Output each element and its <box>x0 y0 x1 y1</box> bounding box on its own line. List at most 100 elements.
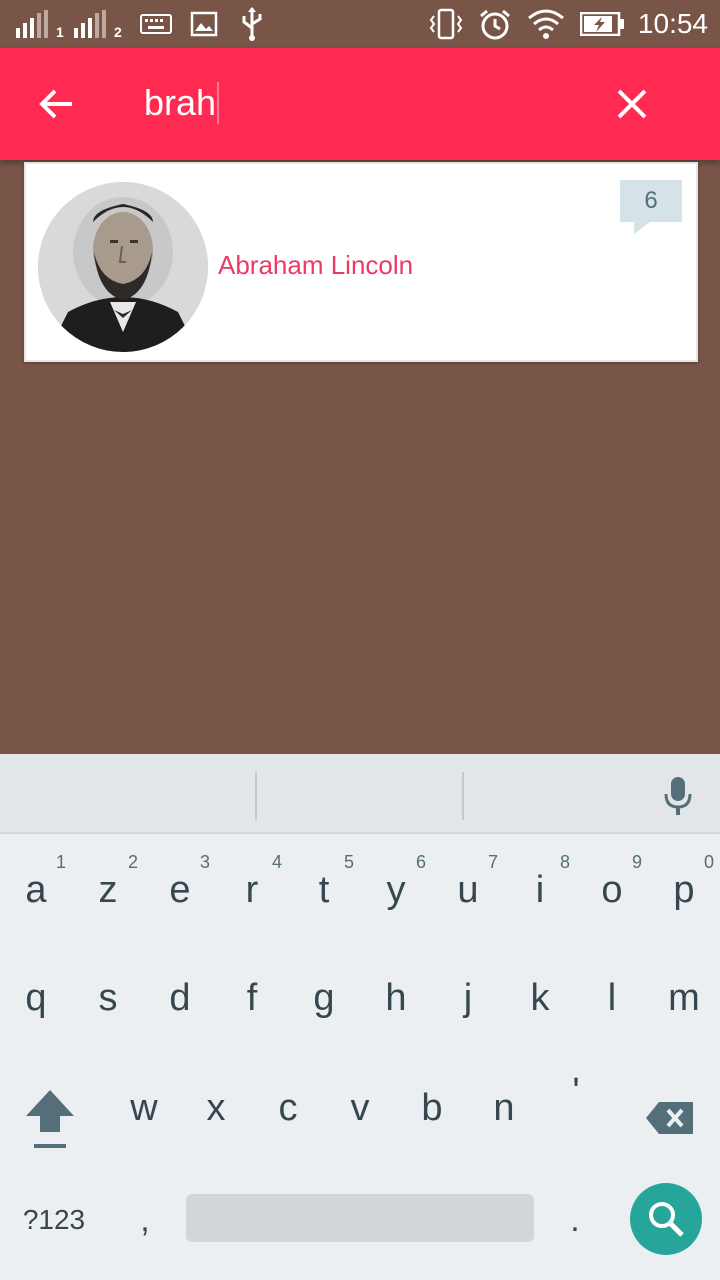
key-f[interactable]: f <box>216 950 288 1046</box>
key-y[interactable]: 6y <box>360 842 432 938</box>
key-a[interactable]: 1a <box>0 842 72 938</box>
key-label: p <box>673 868 695 911</box>
comment-count-badge: 6 <box>620 180 682 234</box>
key-hint: 1 <box>55 852 66 872</box>
comma-key[interactable]: , <box>110 1184 180 1256</box>
key-label: r <box>245 868 259 911</box>
sim1-label: 1 <box>56 24 64 40</box>
key-i[interactable]: 8i <box>504 842 576 938</box>
key-label: x <box>206 1086 226 1129</box>
key-z[interactable]: 2z <box>72 842 144 938</box>
avatar <box>38 182 208 352</box>
key-n[interactable]: n <box>468 1060 540 1156</box>
key-hint: 7 <box>487 852 498 872</box>
key-label: a <box>25 868 47 911</box>
key-b[interactable]: b <box>396 1060 468 1156</box>
key-hint: 8 <box>559 852 570 872</box>
result-name: Abraham Lincoln <box>218 250 414 280</box>
key-m[interactable]: m <box>648 950 720 1046</box>
backspace-icon <box>646 1102 693 1134</box>
alarm-icon <box>480 9 510 40</box>
key-label: t <box>318 868 330 911</box>
key-label: l <box>607 976 617 1019</box>
key-c[interactable]: c <box>252 1060 324 1156</box>
suggestion-divider <box>462 772 464 820</box>
key-w[interactable]: w <box>108 1060 180 1156</box>
voice-input-button[interactable] <box>656 772 700 820</box>
key-d[interactable]: d <box>144 950 216 1046</box>
key-u[interactable]: 7u <box>432 842 504 938</box>
key-label: h <box>385 976 407 1019</box>
key-k[interactable]: k <box>504 950 576 1046</box>
key-q[interactable]: q <box>0 950 72 1046</box>
space-key[interactable] <box>186 1194 534 1242</box>
key-label: k <box>530 976 550 1019</box>
key-p[interactable]: 0p <box>648 842 720 938</box>
text-caret <box>217 82 220 124</box>
key-label: u <box>457 868 479 911</box>
search-toolbar: brah <box>0 48 720 160</box>
microphone-icon <box>664 777 692 815</box>
search-action-key[interactable] <box>630 1183 702 1255</box>
key-v[interactable]: v <box>324 1060 396 1156</box>
backspace-key[interactable] <box>634 1082 706 1154</box>
image-icon <box>190 11 218 37</box>
key-label: e <box>169 868 191 911</box>
key-hint: 3 <box>199 852 210 872</box>
suggestion-divider <box>255 772 257 820</box>
key-label: v <box>350 1086 370 1129</box>
key-apostrophe[interactable]: ' <box>540 1044 612 1140</box>
usb-icon <box>242 7 262 41</box>
key-s[interactable]: s <box>72 950 144 1046</box>
sim2-label: 2 <box>114 24 122 40</box>
key-label: z <box>98 868 118 911</box>
wifi-icon <box>528 9 564 39</box>
status-bar: 1 2 10:54 <box>0 0 720 48</box>
signal-sim2-icon <box>74 10 106 38</box>
key-label: q <box>25 976 47 1019</box>
key-hint: 6 <box>415 852 426 872</box>
suggestion-strip <box>0 754 720 834</box>
key-label: ' <box>572 1070 580 1113</box>
key-label: d <box>169 976 191 1019</box>
arrow-back-icon <box>39 89 72 119</box>
key-t[interactable]: 5t <box>288 842 360 938</box>
key-o[interactable]: 9o <box>576 842 648 938</box>
key-label: f <box>246 976 258 1019</box>
shift-key[interactable] <box>14 1082 86 1154</box>
key-hint: 4 <box>271 852 282 872</box>
key-label: b <box>421 1086 443 1129</box>
key-e[interactable]: 3e <box>144 842 216 938</box>
key-hint: 9 <box>631 852 642 872</box>
key-x[interactable]: x <box>180 1060 252 1156</box>
back-button[interactable] <box>28 76 84 132</box>
search-query: brah <box>144 82 217 123</box>
key-g[interactable]: g <box>288 950 360 1046</box>
search-icon <box>649 1202 684 1237</box>
vibrate-icon <box>429 8 463 40</box>
battery-charging-icon <box>580 12 624 36</box>
comment-count: 6 <box>644 187 658 214</box>
key-label: s <box>98 976 118 1019</box>
key-label: y <box>386 868 406 911</box>
key-label: n <box>493 1086 515 1129</box>
clock: 10:54 <box>637 8 708 39</box>
key-label: g <box>313 976 335 1019</box>
period-key[interactable]: . <box>540 1184 610 1256</box>
key-label: i <box>535 868 545 911</box>
clear-search-button[interactable] <box>604 76 660 132</box>
soft-keyboard: 1a 2z 3e 4r 5t 6y 7u 8i 9o 0p q s d f g … <box>0 754 720 1280</box>
result-card[interactable]: Abraham Lincoln 6 <box>24 162 698 362</box>
shift-icon <box>26 1090 74 1148</box>
key-l[interactable]: l <box>576 950 648 1046</box>
key-r[interactable]: 4r <box>216 842 288 938</box>
key-label: j <box>463 976 473 1019</box>
key-h[interactable]: h <box>360 950 432 1046</box>
portrait-photo <box>38 182 208 352</box>
search-input[interactable]: brah <box>144 78 220 128</box>
key-j[interactable]: j <box>432 950 504 1046</box>
key-hint: 5 <box>343 852 354 872</box>
key-label: w <box>130 1086 158 1129</box>
symbols-key[interactable]: ?123 <box>14 1184 94 1256</box>
close-icon <box>617 89 647 119</box>
